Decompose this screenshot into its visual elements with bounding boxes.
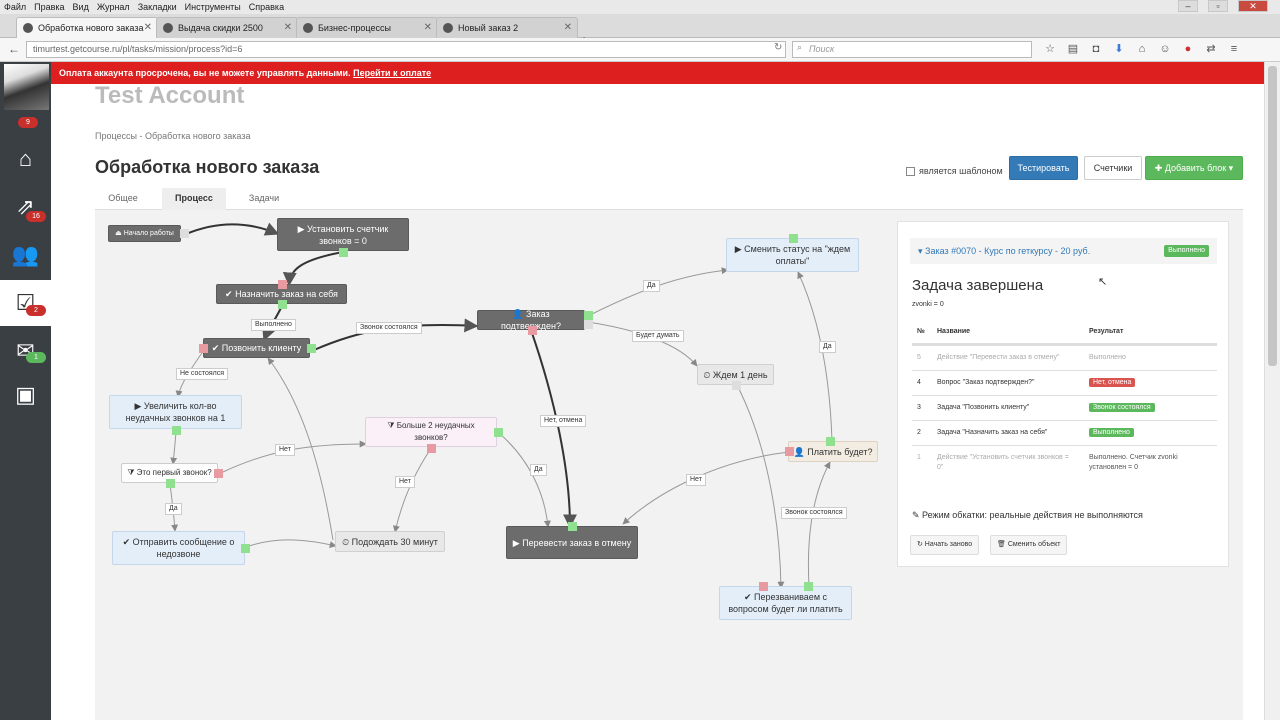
result-badge: Звонок состоялся [1089, 403, 1155, 412]
task-panel: ▾ Заказ #0070 - Курс по геткурсу - 20 ру… [897, 221, 1229, 567]
edge-callback-to-will-pay [807, 461, 831, 587]
port[interactable] [278, 300, 287, 309]
edge-label: Да [530, 464, 547, 476]
status-badge: Выполнено [1164, 245, 1209, 257]
table-row: 2 Задача "Назначить заказ на себя" Выпол… [912, 420, 1217, 445]
change-object-button[interactable]: 🗑 Сменить объект [990, 535, 1068, 555]
order-link[interactable]: ▾ Заказ #0070 - Курс по геткурсу - 20 ру… [918, 246, 1090, 256]
col-result: Результат [1089, 328, 1124, 335]
edge-more-to-cancel [499, 433, 551, 528]
row-name: Действие "Перевести заказ в отмену" [937, 354, 1060, 361]
result-badge: Нет, отмена [1089, 378, 1136, 387]
port[interactable] [166, 479, 175, 488]
port[interactable] [568, 522, 577, 531]
port[interactable] [199, 344, 208, 353]
table-row: 4 Вопрос "Заказ подтвержден?" Нет, отмен… [912, 370, 1217, 395]
row-num: 1 [917, 454, 921, 461]
panel-title: Задача завершена [912, 277, 1044, 294]
port[interactable] [307, 344, 316, 353]
port[interactable] [172, 426, 181, 435]
table-header: № Название Результат [912, 320, 1217, 345]
port[interactable] [528, 326, 537, 335]
edge-label: Да [819, 341, 836, 353]
table-row: 1 Действие "Установить счетчик звонков =… [912, 445, 1217, 481]
mouse-cursor-icon: ↖ [1098, 276, 1108, 288]
edge-label: Нет [275, 444, 295, 456]
test-mode-text: Режим обкатки: реальные действия не выпо… [922, 510, 1143, 520]
node-increase-calls[interactable]: ▶ Увеличить кол-во неудачных звонков на … [109, 395, 242, 429]
node-more-than-two[interactable]: ⧩ Больше 2 неудачных звонков? [365, 417, 497, 447]
node-call-back[interactable]: ✔ Перезваниваем с вопросом будет ли плат… [719, 586, 852, 620]
edge-will-pay-to-cancel [622, 451, 790, 525]
port[interactable] [785, 447, 794, 456]
edge-confirmed-to-status [587, 267, 729, 317]
port[interactable] [278, 280, 287, 289]
row-name: Задача "Назначить заказ на себя" [937, 429, 1048, 436]
row-name: Вопрос "Заказ подтвержден?" [937, 379, 1035, 386]
edge-label: Звонок состоялся [781, 507, 847, 519]
edge-label: Нет [395, 476, 415, 488]
col-name: Название [937, 328, 971, 335]
edge-confirmed-to-wait-day [587, 321, 698, 367]
port[interactable] [804, 582, 813, 591]
port[interactable] [494, 428, 503, 437]
history-table: № Название Результат 5 Действие "Перевес… [912, 320, 1217, 481]
row-num: 5 [917, 354, 921, 361]
node-change-status[interactable]: ▶ Сменить статус на "ждем оплаты" [726, 238, 859, 272]
row-result: Выполнено [1089, 354, 1126, 361]
edge-increase-to-first [170, 431, 178, 465]
order-header[interactable]: ▾ Заказ #0070 - Курс по геткурсу - 20 ру… [910, 238, 1217, 264]
col-num: № [917, 328, 925, 335]
row-name: Задача "Позвонить клиенту" [937, 404, 1030, 411]
port[interactable] [584, 320, 593, 329]
edge-label: Выполнено [251, 319, 296, 331]
row-num: 4 [917, 379, 921, 386]
table-row: 3 Задача "Позвонить клиенту" Звонок сост… [912, 395, 1217, 420]
node-send-message[interactable]: ✔ Отправить сообщение о недозвоне [112, 531, 245, 565]
node-call-client[interactable]: ✔ Позвонить клиенту [203, 338, 310, 358]
edge-label: Да [165, 503, 182, 515]
edge-wait-day-to-callback [736, 384, 785, 589]
port[interactable] [826, 437, 835, 446]
test-mode-note: ✎ Режим обкатки: реальные действия не вы… [912, 510, 1143, 521]
panel-subtitle: zvonki = 0 [912, 301, 944, 308]
edge-will-pay-to-status [797, 271, 833, 442]
edge-label: Да [643, 280, 660, 292]
edge-confirmed-to-cancel [531, 332, 577, 529]
port[interactable] [427, 444, 436, 453]
row-name: Действие "Установить счетчик звонков = 0… [937, 454, 1069, 471]
row-result: Выполнено. Счетчик zvonki установлен = 0 [1089, 454, 1178, 471]
port[interactable] [214, 469, 223, 478]
table-row: 5 Действие "Перевести заказ в отмену" Вы… [912, 345, 1217, 370]
port[interactable] [241, 544, 250, 553]
port[interactable] [789, 234, 798, 243]
edge-label: Не состоялся [176, 368, 229, 380]
edge-label: Нет [686, 474, 706, 486]
port[interactable] [339, 248, 348, 257]
row-num: 3 [917, 404, 921, 411]
edge-label: Будет думать [632, 330, 684, 342]
edge-send-to-wait30 [248, 539, 337, 548]
port[interactable] [732, 381, 741, 390]
eraser-icon: ✎ [912, 510, 923, 520]
port[interactable] [584, 311, 593, 320]
port[interactable] [180, 229, 189, 238]
restart-button[interactable]: ↻ Начать заново [910, 535, 980, 555]
edge-label: Нет, отмена [540, 415, 587, 427]
edge-set-counter-to-assign [282, 251, 344, 287]
port[interactable] [759, 582, 768, 591]
node-set-counter[interactable]: ▶ Установить счетчик звонков = 0 [277, 218, 409, 251]
edge-label: Звонок состоялся [356, 322, 422, 334]
edge-more-to-wait30 [392, 449, 431, 533]
result-badge: Выполнено [1089, 428, 1134, 437]
node-start[interactable]: ⏏ Начало работы [108, 225, 181, 242]
row-num: 2 [917, 429, 921, 436]
node-wait-30[interactable]: ⏲ Подождать 30 минут [335, 531, 445, 552]
edge-start-to-set-counter [185, 222, 280, 236]
